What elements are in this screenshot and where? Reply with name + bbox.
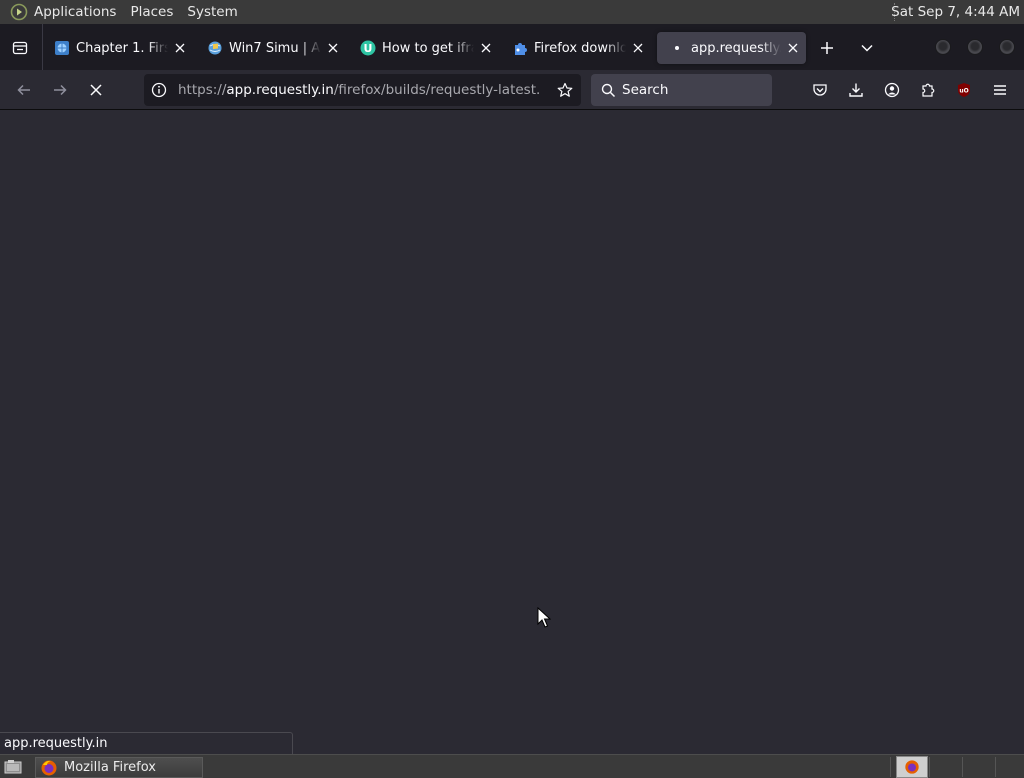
info-icon[interactable] bbox=[150, 81, 168, 99]
pocket-icon bbox=[813, 84, 827, 96]
search-placeholder: Search bbox=[622, 82, 669, 98]
page-content-area[interactable] bbox=[0, 111, 1024, 753]
list-all-tabs-button[interactable] bbox=[854, 35, 880, 61]
hamburger-menu-icon bbox=[994, 85, 1006, 95]
tab-close-icon[interactable] bbox=[630, 40, 646, 56]
tab-strip: Chapter 1. First Win7 Simu | A s U How t… bbox=[0, 24, 1024, 70]
arrow-left-icon bbox=[17, 84, 30, 96]
places-menu[interactable]: Places bbox=[123, 0, 180, 24]
tab-close-icon[interactable] bbox=[325, 40, 341, 56]
new-tab-button[interactable] bbox=[814, 35, 840, 61]
tab-firefox-download[interactable]: Firefox downloa bbox=[500, 32, 652, 64]
system-logo-icon[interactable] bbox=[9, 2, 29, 22]
ublock-shield-icon: uO bbox=[958, 83, 970, 97]
status-panel: app.requestly.in bbox=[0, 732, 293, 754]
workspace-3[interactable] bbox=[963, 756, 995, 778]
plus-icon bbox=[821, 42, 833, 54]
tab-how-to-get-iframe[interactable]: U How to get ifram bbox=[348, 32, 500, 64]
svg-text:uO: uO bbox=[959, 88, 968, 95]
applications-menu[interactable]: Applications bbox=[29, 0, 123, 24]
url-bar[interactable]: https://app.requestly.in/firefox/builds/… bbox=[144, 74, 581, 106]
minimize-button[interactable] bbox=[935, 39, 951, 55]
svg-text:U: U bbox=[364, 42, 373, 55]
system-top-panel: Applications Places System Sat Sep 7, 4:… bbox=[0, 0, 1024, 24]
tab-close-icon[interactable] bbox=[785, 40, 801, 56]
close-window-button[interactable] bbox=[999, 39, 1015, 55]
search-icon bbox=[600, 82, 616, 98]
tab-close-icon[interactable] bbox=[478, 40, 494, 56]
url-scheme: https:// bbox=[178, 82, 227, 98]
url-text[interactable]: https://app.requestly.in/firefox/builds/… bbox=[178, 82, 540, 98]
arrow-right-icon bbox=[54, 84, 67, 96]
puzzle-icon bbox=[512, 40, 528, 56]
stop-x-icon bbox=[90, 84, 102, 96]
maximize-button[interactable] bbox=[967, 39, 983, 55]
url-host: app.requestly.in bbox=[226, 82, 334, 98]
chevron-down-icon bbox=[861, 44, 873, 52]
show-desktop-icon[interactable] bbox=[2, 757, 24, 777]
tab-app-requestly[interactable]: app.requestly.in bbox=[657, 32, 806, 64]
download-icon bbox=[849, 83, 863, 97]
tab-title: app.requestly.in bbox=[691, 40, 781, 56]
bookmark-star-icon[interactable] bbox=[555, 80, 575, 100]
navigation-toolbar: https://app.requestly.in/firefox/builds/… bbox=[0, 70, 1024, 110]
pocket-button[interactable] bbox=[806, 76, 834, 104]
tab-title: Win7 Simu | A s bbox=[229, 40, 321, 56]
account-icon bbox=[884, 82, 900, 98]
bottom-taskbar: Mozilla Firefox bbox=[0, 754, 1024, 778]
workspace-divider bbox=[890, 757, 891, 777]
back-button[interactable] bbox=[10, 76, 38, 104]
workspace-2[interactable] bbox=[930, 756, 962, 778]
url-path: /firefox/builds/requestly-latest.xpi bbox=[333, 82, 540, 98]
loading-dot-icon bbox=[669, 40, 685, 56]
tab-win7-simu[interactable]: Win7 Simu | A s bbox=[195, 32, 347, 64]
firefox-mini-icon bbox=[905, 760, 919, 774]
extensions-button[interactable] bbox=[914, 76, 942, 104]
workspace-1[interactable] bbox=[896, 756, 928, 778]
downloads-button[interactable] bbox=[842, 76, 870, 104]
system-menu[interactable]: System bbox=[180, 0, 244, 24]
app-menu-button[interactable] bbox=[986, 76, 1014, 104]
ublock-origin-button[interactable]: uO bbox=[950, 76, 978, 104]
tab-chapter-1[interactable]: Chapter 1. First bbox=[42, 32, 194, 64]
firefox-view-icon bbox=[12, 41, 28, 55]
firefox-logo-icon bbox=[41, 760, 57, 775]
mouse-cursor-icon bbox=[537, 607, 551, 628]
doc-globe-icon bbox=[54, 40, 70, 56]
account-button[interactable] bbox=[878, 76, 906, 104]
u-badge-icon: U bbox=[360, 40, 376, 56]
firefox-view-button[interactable] bbox=[6, 34, 34, 62]
forward-button[interactable] bbox=[46, 76, 74, 104]
search-bar[interactable]: Search bbox=[591, 74, 772, 106]
tab-title: How to get ifram bbox=[382, 40, 474, 56]
clock[interactable]: Sat Sep 7, 4:44 AM bbox=[891, 0, 1020, 24]
stop-button[interactable] bbox=[82, 76, 110, 104]
taskbar-window-label: Mozilla Firefox bbox=[64, 760, 156, 775]
taskbar-firefox-window[interactable]: Mozilla Firefox bbox=[35, 757, 203, 778]
workspace-divider bbox=[995, 757, 996, 777]
win7-globe-icon bbox=[207, 40, 223, 56]
tab-close-icon[interactable] bbox=[172, 40, 188, 56]
tab-title: Firefox downloa bbox=[534, 40, 626, 56]
tab-title: Chapter 1. First bbox=[76, 40, 168, 56]
puzzle-piece-icon bbox=[922, 83, 935, 97]
